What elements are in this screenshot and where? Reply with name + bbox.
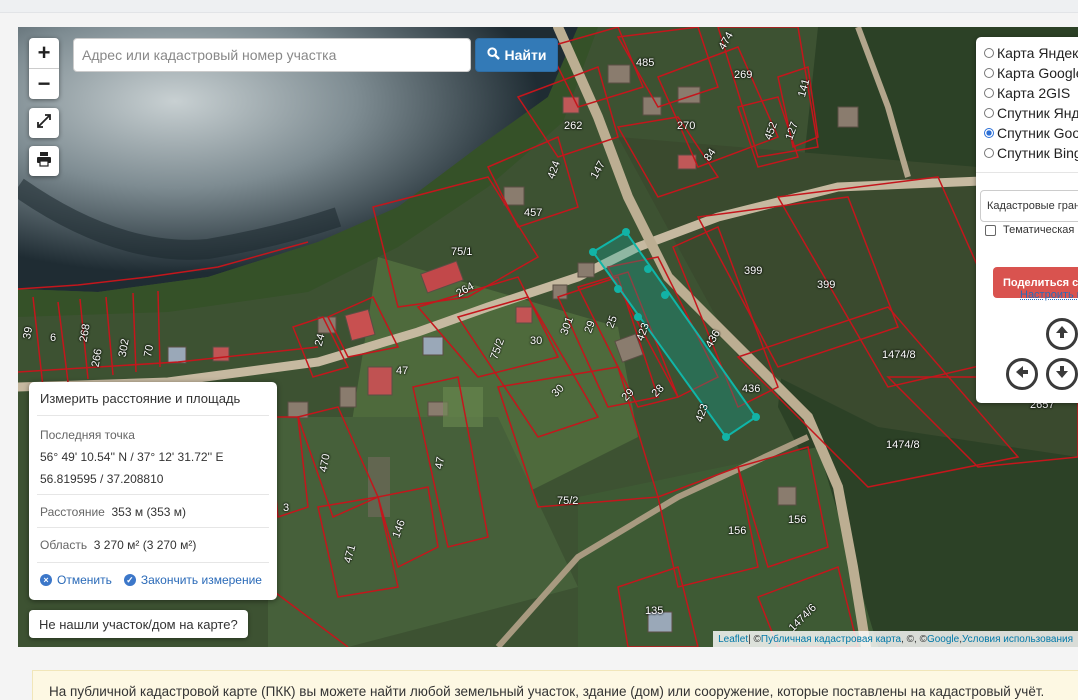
area-label: Область (40, 538, 88, 552)
distance-row: Расстояние 353 м (353 м) (40, 505, 186, 519)
terms-link[interactable]: Условия использования (962, 634, 1073, 645)
browser-top-strip (0, 0, 1078, 13)
layer-option-yandex-map[interactable]: Карта Яндекс (984, 43, 1078, 63)
info-text: На публичной кадастровой карте (ПКК) вы … (49, 684, 1045, 699)
search-input[interactable] (73, 38, 471, 72)
arrow-up-icon (1054, 324, 1070, 345)
layer-panel: Карта Яндекс Карта Google Карта 2GIS Спу… (976, 37, 1078, 403)
pkk-link[interactable]: Публичная кадастровая карта (761, 634, 901, 645)
arrow-left-icon (1014, 364, 1030, 385)
distance-label: Расстояние (40, 505, 105, 519)
layer-divider (976, 172, 1078, 173)
last-point-label: Последняя точка (40, 428, 135, 442)
area-value: 3 270 м² (3 270 м²) (93, 538, 197, 552)
measure-divider (37, 415, 269, 416)
print-button[interactable] (29, 146, 59, 176)
pan-down-button[interactable] (1046, 358, 1078, 390)
radio-icon[interactable] (984, 68, 994, 78)
measure-divider (37, 494, 269, 495)
pan-up-button[interactable] (1046, 318, 1078, 350)
map-attribution: Leaflet | © Публичная кадастровая карта … (713, 631, 1078, 647)
radio-icon[interactable] (984, 108, 994, 118)
fullscreen-icon (36, 113, 52, 134)
overlay-select[interactable]: Кадастровые границы (980, 190, 1078, 222)
zoom-in-button[interactable]: + (29, 38, 59, 69)
not-found-button[interactable]: Не нашли участок/дом на карте? (29, 610, 248, 638)
measure-divider (37, 527, 269, 528)
measure-panel: Измерить расстояние и площадь Последняя … (29, 382, 277, 600)
finish-measure-button[interactable]: ✓ Закончить измерение (123, 573, 262, 587)
layer-option-yandex-satellite[interactable]: Спутник Яндекс (984, 103, 1078, 123)
close-icon: × (40, 574, 52, 586)
pan-left-button[interactable] (1006, 358, 1038, 390)
area-row: Область 3 270 м² (3 270 м²) (40, 538, 196, 552)
arrow-down-icon (1054, 364, 1070, 385)
radio-icon[interactable] (984, 48, 994, 58)
layer-option-google-satellite[interactable]: Спутник Google (984, 123, 1078, 143)
configure-map-link[interactable]: Настроить карту (1020, 289, 1078, 301)
layer-option-google-map[interactable]: Карта Google (984, 63, 1078, 83)
printer-icon (36, 151, 52, 172)
last-point-dms: 56° 49' 10.54'' N / 37° 12' 31.72'' E (40, 450, 224, 464)
check-icon: ✓ (123, 574, 136, 586)
distance-value: 353 м (353 м) (111, 505, 187, 519)
last-point-decimal: 56.819595 / 37.208810 (40, 472, 164, 486)
thematic-map-checkbox[interactable]: Тематическая карта (985, 224, 1078, 236)
search-button-label: Найти (504, 47, 547, 63)
leaflet-link[interactable]: Leaflet (718, 634, 748, 645)
radio-icon[interactable] (984, 148, 994, 158)
google-link[interactable]: Google (927, 634, 959, 645)
radio-selected-icon[interactable] (984, 128, 994, 138)
search-icon (486, 47, 500, 63)
layer-option-2gis-map[interactable]: Карта 2GIS (984, 83, 1070, 103)
map-viewport[interactable]: 485 474 269 141 262 270 452 127 424 147 84 457 75/1 2… (18, 27, 1078, 647)
zoom-out-button[interactable]: − (29, 69, 59, 99)
search-button[interactable]: Найти (475, 38, 558, 72)
checkbox-icon[interactable] (985, 224, 996, 236)
fullscreen-button[interactable] (29, 108, 59, 138)
zoom-control: + − (29, 38, 59, 99)
measure-title: Измерить расстояние и площадь (40, 391, 241, 406)
cancel-measure-button[interactable]: × Отменить (40, 573, 112, 587)
measure-divider (37, 562, 269, 563)
info-banner: На публичной кадастровой карте (ПКК) вы … (32, 670, 1078, 700)
layer-option-bing-satellite[interactable]: Спутник Bing (984, 143, 1078, 163)
radio-icon[interactable] (984, 88, 994, 98)
